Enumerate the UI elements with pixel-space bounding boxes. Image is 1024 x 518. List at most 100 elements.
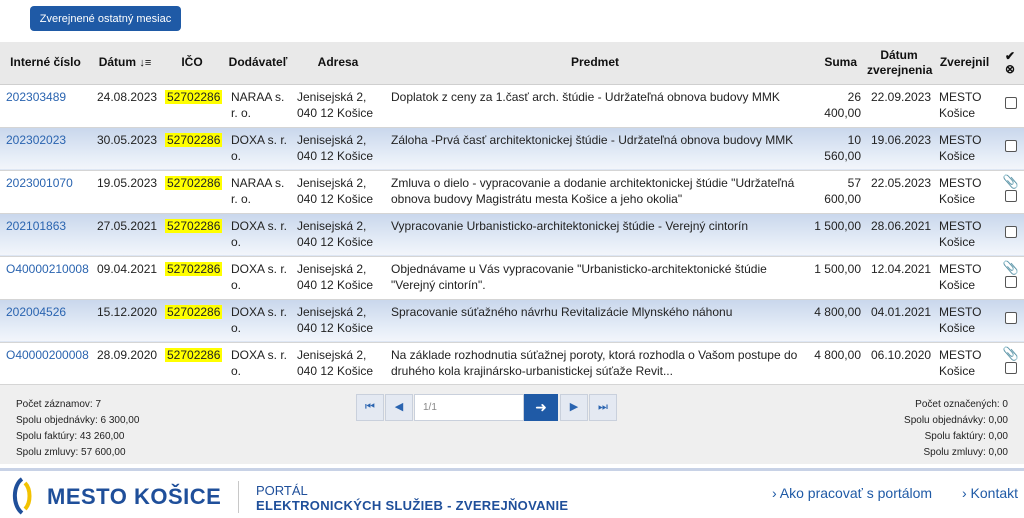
selected-invoices: Spolu faktúry: 0,00 — [924, 431, 1008, 442]
ico-cell: 52702286 — [159, 170, 225, 214]
col-address[interactable]: Adresa — [291, 42, 385, 85]
subject-cell: Objednávame u Vás vypracovanie "Urbanist… — [385, 256, 805, 300]
amount-cell: 10 560,00 — [805, 127, 865, 171]
contact-link[interactable]: › Kontakt — [962, 485, 1018, 501]
row-checkbox[interactable] — [1005, 311, 1017, 324]
internal-number-link[interactable]: 202101863 — [0, 213, 91, 257]
row-actions — [996, 299, 1024, 343]
col-published-by[interactable]: Zverejnil — [933, 42, 996, 85]
internal-number-link[interactable]: 202302023 — [0, 127, 91, 171]
page-input[interactable]: 1/1 — [414, 394, 524, 421]
city-logo-icon — [12, 477, 32, 515]
address-cell: Jenisejská 2, 040 12 Košice — [291, 342, 385, 386]
row-actions: 📎 — [996, 170, 1024, 214]
record-count: Počet záznamov: 7 — [16, 399, 102, 410]
row-checkbox[interactable] — [1005, 96, 1017, 109]
go-page-icon[interactable]: ➜ — [524, 394, 558, 421]
published-date-cell: 22.05.2023 — [865, 170, 933, 214]
ico-cell: 52702286 — [159, 84, 225, 128]
deselect-all-icon[interactable]: ⊗ — [998, 62, 1022, 76]
selected-orders: Spolu objednávky: 0,00 — [904, 415, 1008, 426]
published-by-cell: MESTO Košice — [933, 342, 996, 386]
supplier-cell: DOXA s. r. o. — [225, 299, 291, 343]
date-cell: 15.12.2020 — [91, 299, 159, 343]
row-checkbox[interactable] — [1005, 139, 1017, 152]
amount-cell: 4 800,00 — [805, 342, 865, 386]
col-date-label: Dátum — [98, 54, 137, 69]
row-actions — [996, 127, 1024, 171]
table-row: O40000210008 09.04.2021 52702286 DOXA s. r.… — [0, 256, 1024, 300]
row-checkbox[interactable] — [1005, 361, 1017, 374]
ico-cell: 52702286 — [159, 213, 225, 257]
row-actions: 📎 — [996, 342, 1024, 386]
subject-cell: Spracovanie súťažného návrhu Revitalizác… — [385, 299, 805, 343]
published-date-cell: 12.04.2021 — [865, 256, 933, 300]
subject-cell: Na základe rozhodnutia súťažnej poroty, … — [385, 342, 805, 386]
row-checkbox[interactable] — [1005, 275, 1017, 288]
published-by-cell: MESTO Košice — [933, 127, 996, 171]
total-contracts: Spolu zmluvy: 57 600,00 — [16, 447, 126, 458]
prev-page-icon[interactable]: ◀ — [385, 394, 413, 421]
published-last-month-button[interactable]: Zverejnené ostatný mesiac — [30, 6, 181, 31]
last-page-icon[interactable]: ⏭ — [589, 394, 617, 421]
records-table: Interné číslo Dátum ↓≡ IČO Dodávateľ Adr… — [0, 42, 1024, 386]
published-date-cell: 06.10.2020 — [865, 342, 933, 386]
table-row: 202303489 24.08.2023 52702286 NARAA s. r. o… — [0, 84, 1024, 128]
next-page-icon[interactable]: ▶ — [560, 394, 588, 421]
address-cell: Jenisejská 2, 040 12 Košice — [291, 127, 385, 171]
attachment-icon[interactable]: 📎 — [1002, 261, 1020, 274]
col-select: ✔ ⊗ — [996, 42, 1024, 85]
subject-cell: Doplatok z ceny za 1.časť arch. štúdie -… — [385, 84, 805, 128]
date-cell: 24.08.2023 — [91, 84, 159, 128]
amount-cell: 1 500,00 — [805, 256, 865, 300]
select-all-icon[interactable]: ✔ — [998, 49, 1022, 63]
col-published-date[interactable]: Dátum zverejnenia — [865, 42, 933, 85]
col-supplier[interactable]: Dodávateľ — [225, 42, 291, 85]
table-row: 202302023 30.05.2023 52702286 DOXA s. r. o.… — [0, 127, 1024, 171]
supplier-cell: DOXA s. r. o. — [225, 256, 291, 300]
subject-cell: Vypracovanie Urbanisticko-architektonick… — [385, 213, 805, 257]
help-link[interactable]: › Ako pracovať s portálom — [772, 485, 932, 501]
selected-count: Počet označených: 0 — [915, 399, 1008, 410]
row-actions — [996, 213, 1024, 257]
first-page-icon[interactable]: ⏮ — [356, 394, 384, 421]
date-cell: 19.05.2023 — [91, 170, 159, 214]
amount-cell: 57 600,00 — [805, 170, 865, 214]
address-cell: Jenisejská 2, 040 12 Košice — [291, 84, 385, 128]
ico-cell: 52702286 — [159, 127, 225, 171]
attachment-icon[interactable]: 📎 — [1002, 347, 1020, 360]
internal-number-link[interactable]: 202004526 — [0, 299, 91, 343]
row-checkbox[interactable] — [1005, 189, 1017, 202]
pagination: ⏮ ◀ 1/1 ➜ ▶ ⏭ — [356, 394, 618, 421]
selected-contracts: Spolu zmluvy: 0,00 — [923, 447, 1009, 458]
internal-number-link[interactable]: 2023001070 — [0, 170, 91, 214]
brand-name[interactable]: MESTO KOŠICE — [47, 484, 221, 510]
supplier-cell: NARAA s. r. o. — [225, 170, 291, 214]
supplier-cell: DOXA s. r. o. — [225, 342, 291, 386]
col-subject[interactable]: Predmet — [385, 42, 805, 85]
date-cell: 27.05.2021 — [91, 213, 159, 257]
published-by-cell: MESTO Košice — [933, 170, 996, 214]
col-amount[interactable]: Suma — [805, 42, 865, 85]
col-ico[interactable]: IČO — [159, 42, 225, 85]
amount-cell: 26 400,00 — [805, 84, 865, 128]
portal-title-line2: ELEKTRONICKÝCH SLUŽIEB - ZVEREJŇOVANIE — [256, 498, 569, 513]
col-date[interactable]: Dátum ↓≡ — [91, 42, 159, 85]
footer-divider — [238, 481, 239, 513]
supplier-cell: DOXA s. r. o. — [225, 127, 291, 171]
published-date-cell: 04.01.2021 — [865, 299, 933, 343]
attachment-icon[interactable]: 📎 — [1002, 175, 1020, 188]
row-checkbox[interactable] — [1005, 225, 1017, 238]
internal-number-link[interactable]: 202303489 — [0, 84, 91, 128]
table-row: 2023001070 19.05.2023 52702286 NARAA s. r. … — [0, 170, 1024, 214]
sort-descending-icon[interactable]: ↓≡ — [139, 57, 151, 69]
internal-number-link[interactable]: O40000210008 — [0, 256, 91, 300]
ico-cell: 52702286 — [159, 299, 225, 343]
col-internal-number[interactable]: Interné číslo — [0, 42, 91, 85]
portal-title-line1: PORTÁL — [256, 483, 308, 498]
ico-highlight: 52702286 — [165, 175, 223, 190]
internal-number-link[interactable]: O40000200008 — [0, 342, 91, 386]
supplier-cell: NARAA s. r. o. — [225, 84, 291, 128]
published-by-cell: MESTO Košice — [933, 213, 996, 257]
summary-right: Počet označených: 0 Spolu objednávky: 0,… — [904, 397, 1008, 461]
